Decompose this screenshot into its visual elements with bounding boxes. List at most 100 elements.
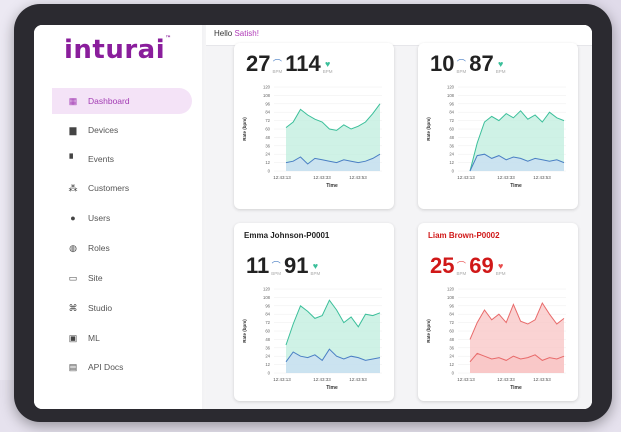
sidebar-item-customers[interactable]: ⁂ Customers xyxy=(52,175,192,201)
heart-rate: 114 xyxy=(285,51,321,76)
sidebar: inturai™ ▦ Dashboard ▆ Devices ▘ Events ⁂ Custo… xyxy=(34,25,204,409)
respiration-rate: 10 xyxy=(430,51,455,76)
y-tick-label: 0 xyxy=(452,371,455,376)
sidebar-item-dashboard[interactable]: ▦ Dashboard xyxy=(52,88,192,114)
respiration-icon: ⌒ BPM xyxy=(271,262,282,277)
y-tick-label: 36 xyxy=(449,143,454,148)
unit-label: BPM xyxy=(272,69,283,74)
devices-icon: ▆ xyxy=(69,124,77,135)
heart-glyph-icon: ♥ xyxy=(497,59,504,69)
user-icon: ● xyxy=(70,213,76,223)
y-tick-label: 120 xyxy=(447,287,455,292)
y-tick-label: 12 xyxy=(265,160,270,165)
sidebar-item-ml[interactable]: ▣ ML xyxy=(52,325,192,351)
vitals-readout: 10 ⌒ BPM 87 ♥ BPM xyxy=(430,53,509,75)
x-tick-label: 12:43:53 xyxy=(349,175,367,180)
heart-rate: 69 xyxy=(469,253,494,278)
x-axis-label: Time xyxy=(510,385,522,391)
x-tick-label: 12:43:33 xyxy=(497,377,515,382)
x-tick-label: 12:43:13 xyxy=(457,377,475,382)
vitals-chart: Rate (bpm)1201089684726048362412012:43:1… xyxy=(426,287,566,391)
respiration-rate: 25 xyxy=(430,253,455,278)
docs-icon: ▤ xyxy=(68,361,78,372)
sidebar-item-label: ML xyxy=(88,333,100,343)
x-axis-label: Time xyxy=(326,385,338,391)
patient-card[interactable]: Liam Brown-P0002 25 ⌒ BPM 69 ♥ BPM Rate (bpm) 12… xyxy=(418,223,578,401)
heart-glyph-icon: ♥ xyxy=(312,261,319,271)
roles-icon: ◍ xyxy=(69,242,77,253)
y-tick-label: 84 xyxy=(449,312,454,317)
sidebar-item-label: Roles xyxy=(88,243,110,253)
heart-rate: 87 xyxy=(469,51,494,76)
greeting: Hello Satish! xyxy=(214,29,259,38)
sidebar-item-label: API Docs xyxy=(88,362,124,372)
y-axis-label: Rate (bpm) xyxy=(242,319,247,343)
patient-card[interactable]: 10 ⌒ BPM 87 ♥ BPM Rate (bpm) 120 108 96 84 72 60 48 36… xyxy=(418,43,578,209)
lungs-icon: ⌒ xyxy=(456,59,466,69)
vitals-chart: Rate (bpm)1201089684726048362412012:43:1… xyxy=(426,85,566,189)
unit-label: BPM xyxy=(271,271,282,276)
unit-label: BPM xyxy=(495,271,506,276)
sidebar-item-label: Customers xyxy=(88,183,130,193)
y-tick-label: 120 xyxy=(447,85,455,90)
y-tick-label: 108 xyxy=(263,93,271,98)
vitals-chart: Rate (bpm)1201089684726048362412012:43:1… xyxy=(242,287,382,391)
sidebar-item-label: Site xyxy=(88,273,103,283)
heart-rate: 91 xyxy=(284,253,309,278)
y-tick-label: 84 xyxy=(449,110,454,115)
heart-glyph-icon: ♥ xyxy=(324,59,331,69)
x-tick-label: 12:43:53 xyxy=(533,377,551,382)
sidebar-item-api-docs[interactable]: ▤ API Docs xyxy=(52,354,192,380)
y-tick-label: 120 xyxy=(263,85,271,90)
y-tick-label: 96 xyxy=(265,303,270,308)
patient-card[interactable]: 27 ⌒ BPM 114 ♥ BPM Rate (bpm) 120 108 96 84 72 60 48 3… xyxy=(234,43,394,209)
grid-icon: ▦ xyxy=(68,95,78,106)
unit-label: BPM xyxy=(495,69,506,74)
y-tick-label: 60 xyxy=(449,329,454,334)
y-tick-label: 72 xyxy=(449,118,454,123)
sidebar-item-studio[interactable]: ⌘ Studio xyxy=(52,295,192,321)
sidebar-item-roles[interactable]: ◍ Roles xyxy=(52,235,192,261)
ml-icon: ▣ xyxy=(68,332,78,343)
y-axis-label: Rate (bpm) xyxy=(242,117,247,141)
respiration-rate: 11 xyxy=(246,253,270,278)
patient-card[interactable]: Emma Johnson-P0001 11 ⌒ BPM 91 ♥ BPM Rate (bpm)… xyxy=(234,223,394,401)
x-tick-label: 12:43:33 xyxy=(497,175,515,180)
sidebar-item-label: Dashboard xyxy=(88,96,130,106)
site-icon: ▭ xyxy=(68,272,78,283)
events-icon: ▘ xyxy=(69,153,77,164)
y-tick-label: 24 xyxy=(265,354,270,359)
heart-glyph-icon: ♥ xyxy=(497,261,504,271)
y-tick-label: 24 xyxy=(265,152,270,157)
main-content: Hello Satish! 27 ⌒ BPM 114 ♥ BPM Rate (bpm) 120… xyxy=(206,25,592,409)
respiration-rate: 27 xyxy=(246,51,271,76)
heart-icon: ♥ BPM xyxy=(495,59,506,75)
x-tick-label: 12:43:53 xyxy=(349,377,367,382)
respiration-icon: ⌒ BPM xyxy=(456,59,466,75)
patient-name: Liam Brown-P0002 xyxy=(428,231,500,240)
heart-icon: ♥ BPM xyxy=(323,59,333,75)
sidebar-item-label: Users xyxy=(88,213,111,223)
y-tick-label: 96 xyxy=(449,303,454,308)
vitals-readout: 11 ⌒ BPM 91 ♥ BPM xyxy=(246,255,323,277)
y-axis-label: Rate (bpm) xyxy=(426,319,431,343)
sidebar-item-site[interactable]: ▭ Site xyxy=(52,265,192,291)
lungs-icon: ⌒ xyxy=(272,59,282,69)
greeting-prefix: Hello xyxy=(214,29,233,38)
respiration-icon: ⌒ BPM xyxy=(456,262,466,277)
sidebar-item-events[interactable]: ▘ Events xyxy=(52,146,192,172)
x-axis-label: Time xyxy=(510,183,522,189)
sidebar-item-devices[interactable]: ▆ Devices xyxy=(52,117,192,143)
y-tick-label: 48 xyxy=(265,337,270,342)
y-tick-label: 84 xyxy=(265,110,270,115)
y-tick-label: 108 xyxy=(447,93,455,98)
app-logo[interactable]: inturai™ xyxy=(64,35,172,65)
y-tick-label: 120 xyxy=(263,287,271,292)
sidebar-item-users[interactable]: ● Users xyxy=(52,205,192,231)
x-axis-label: Time xyxy=(326,183,338,189)
x-tick-label: 12:43:13 xyxy=(273,175,291,180)
x-tick-label: 12:43:33 xyxy=(313,175,331,180)
y-tick-label: 0 xyxy=(268,371,271,376)
y-tick-label: 60 xyxy=(265,329,270,334)
y-tick-label: 96 xyxy=(449,101,454,106)
